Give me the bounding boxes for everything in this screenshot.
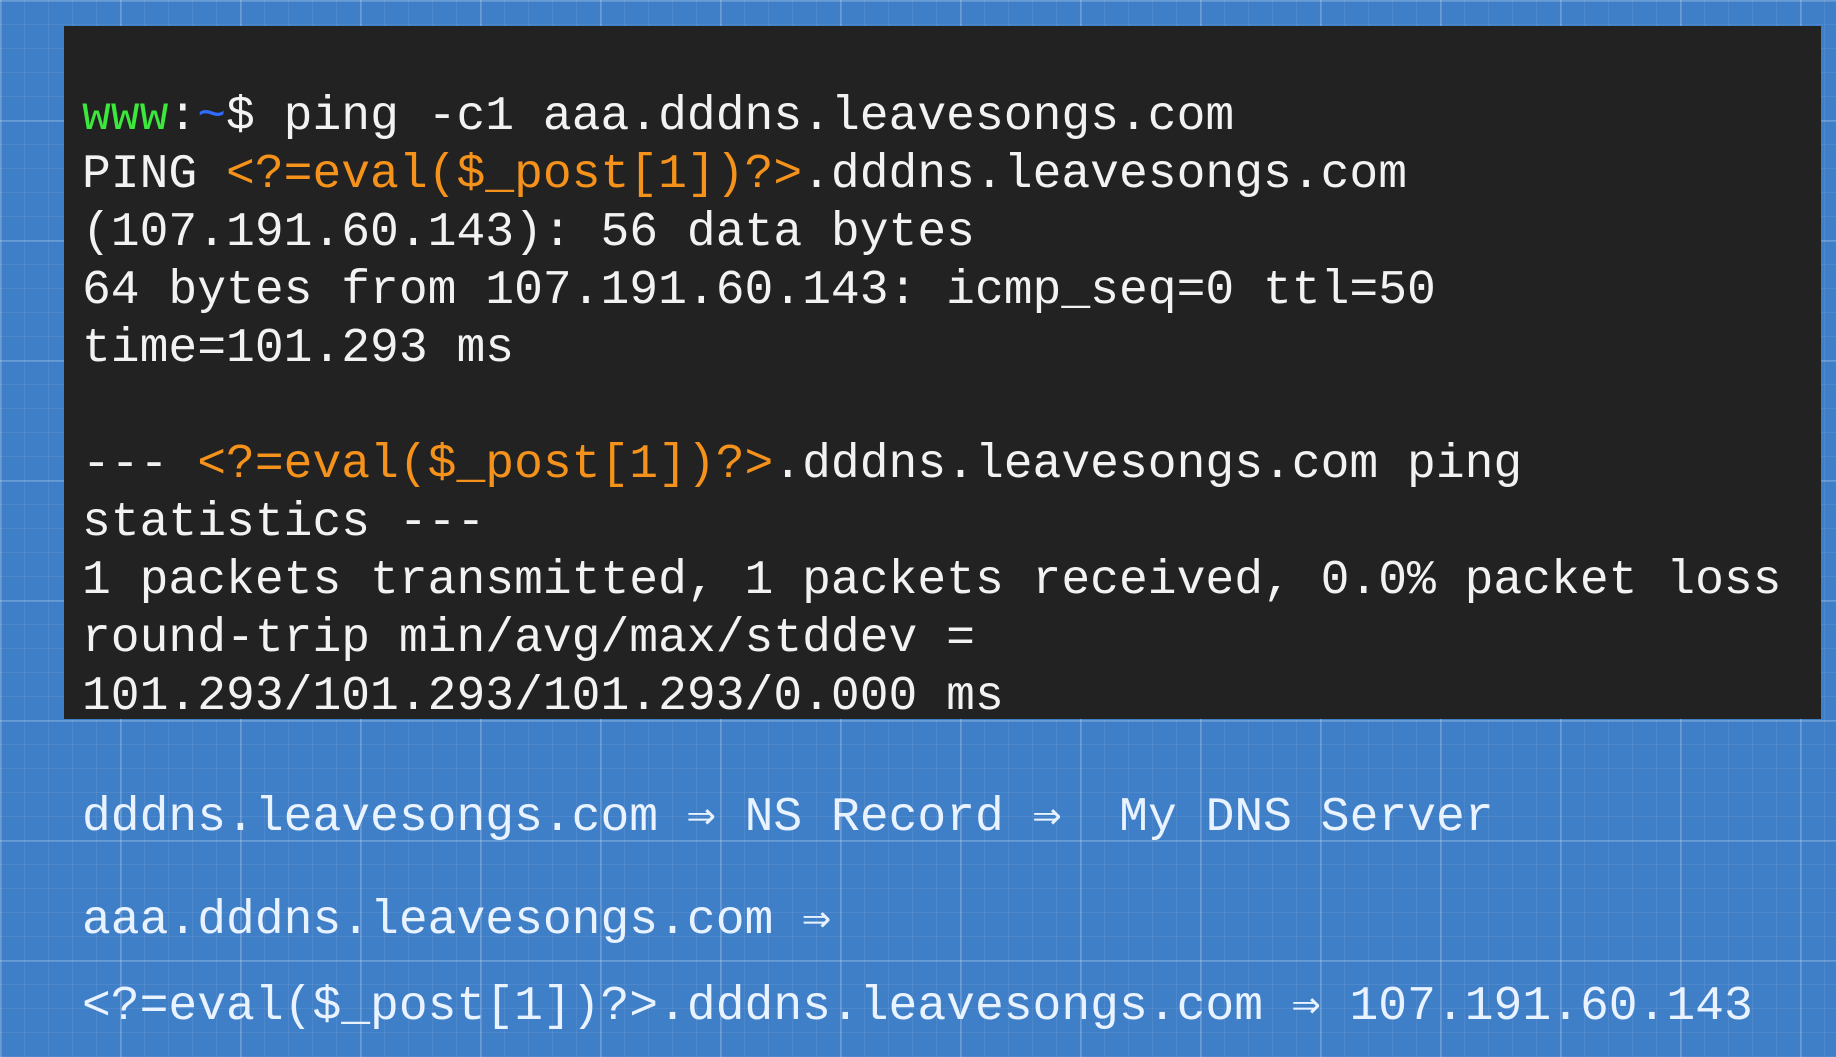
note-ns-record: dddns.leavesongs.com ⇒ NS Record ⇒ My DN… (82, 791, 1494, 845)
note-payload-resolution: <?=eval($_post[1])?>.dddns.leavesongs.co… (82, 980, 1753, 1034)
dns-notes: dddns.leavesongs.com ⇒ NS Record ⇒ My DN… (82, 0, 1822, 1057)
note-subdomain: aaa.dddns.leavesongs.com ⇒ (82, 894, 832, 948)
